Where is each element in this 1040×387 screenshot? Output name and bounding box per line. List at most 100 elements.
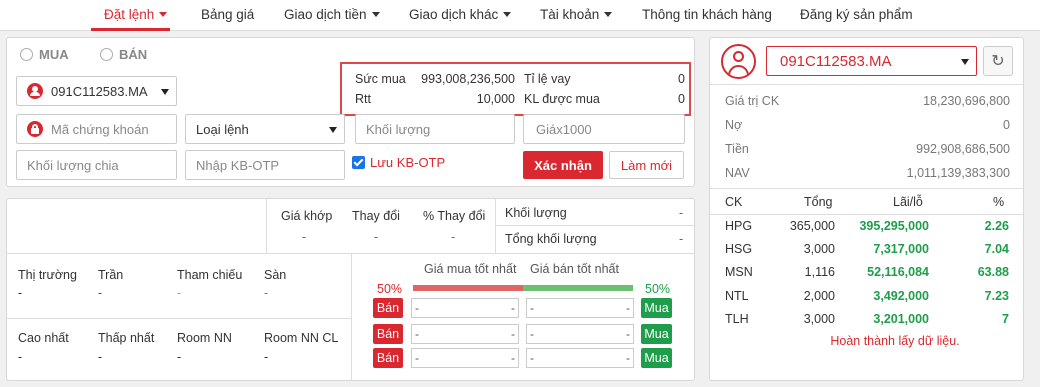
holding-symbol: MSN (725, 265, 753, 279)
price-input[interactable]: Giáx1000 (523, 114, 685, 144)
divider (710, 214, 1023, 215)
reset-button[interactable]: Làm mới (609, 151, 684, 179)
summary-value: 0 (1003, 118, 1010, 132)
symbol-input[interactable]: Mã chứng khoán (16, 114, 177, 144)
user-icon (27, 83, 43, 99)
ask-volume: - (626, 301, 630, 315)
save-otp-checkbox[interactable]: Lưu KB-OTP (352, 155, 445, 170)
holding-total: 365,000 (789, 219, 835, 233)
radio-sell[interactable]: BÁN (100, 47, 147, 62)
avatar-icon (721, 44, 756, 79)
holding-pct: 7.23 (984, 289, 1009, 303)
change-value: - (374, 230, 379, 244)
dropdown-arrow-icon (161, 89, 169, 95)
buying-power-box: Sức mua 993,008,236,500 Tỉ lệ vay 0 Rtt … (340, 62, 691, 116)
divider (351, 254, 352, 380)
refresh-icon: ↻ (991, 53, 1005, 70)
buy-button[interactable]: Mua (641, 324, 672, 344)
ask-ratio: 50% (645, 282, 671, 296)
sell-button[interactable]: Bán (373, 298, 403, 318)
summary-label: Nợ (725, 118, 743, 132)
holding-total: 2,000 (803, 289, 835, 303)
otp-input[interactable]: Nhập KB-OTP (185, 150, 345, 180)
summary-label: Tiền (725, 142, 749, 156)
holding-pnl: 3,492,000 (873, 289, 929, 303)
bid-level-1[interactable]: -- (411, 298, 519, 318)
holding-symbol: NTL (725, 289, 749, 303)
otp-placeholder: Nhập KB-OTP (196, 157, 280, 173)
summary-label: Giá trị CK (725, 94, 780, 108)
chevron-down-icon (371, 12, 380, 17)
holding-pnl: 52,116,084 (867, 265, 929, 279)
chevron-down-icon (503, 12, 512, 17)
bid-level-2[interactable]: -- (411, 324, 519, 344)
ask-level-2[interactable]: -- (526, 324, 634, 344)
nav-thong-tin-khach-hang[interactable]: Thông tin khách hàng (642, 7, 772, 22)
rtt-value: 10,000 (476, 92, 515, 106)
buying-power-label: Sức mua (355, 72, 406, 86)
order-type-select[interactable]: Loại lệnh (185, 114, 345, 144)
bid-level-3[interactable]: -- (411, 348, 519, 368)
quantity-input[interactable]: Khối lượng (355, 114, 515, 144)
buy-button[interactable]: Mua (641, 348, 672, 368)
summary-value: 18,230,696,800 (923, 94, 1010, 108)
rtt-label: Rtt (355, 92, 371, 106)
floor-value: - (264, 286, 269, 300)
holding-total: 3,000 (803, 242, 835, 256)
sell-button[interactable]: Bán (373, 348, 403, 368)
high-value: - (18, 350, 23, 364)
holding-pct: 2.26 (984, 219, 1009, 233)
account-dropdown-value: 091C112583.MA (780, 52, 892, 70)
bid-ratio: 50% (377, 282, 403, 296)
chevron-down-icon (159, 12, 168, 17)
account-panel (709, 37, 1024, 381)
refresh-button[interactable]: ↻ (983, 46, 1013, 76)
nav-label: Đăng ký sản phẩm (800, 7, 913, 22)
high-label: Cao nhất (18, 331, 69, 345)
confirm-button[interactable]: Xác nhận (523, 151, 603, 179)
account-select-value: 091C112583.MA (51, 83, 148, 99)
split-quantity-input[interactable]: Khối lượng chia (16, 150, 177, 180)
quantity-placeholder: Khối lượng (366, 121, 431, 137)
dropdown-arrow-icon (961, 59, 969, 65)
reference-value: - (177, 286, 182, 300)
ceiling-label: Trần (98, 268, 124, 282)
lock-icon (27, 121, 43, 137)
radio-buy[interactable]: MUA (20, 47, 69, 62)
status-message: Hoàn thành lấy dữ liệu. (830, 334, 960, 348)
ask-price: - (530, 327, 534, 341)
ask-level-3[interactable]: -- (526, 348, 634, 368)
bid-volume: - (511, 351, 515, 365)
nav-giao-dich-tien[interactable]: Giao dịch tiền (284, 7, 380, 22)
low-value: - (98, 350, 103, 364)
radio-sell-label: BÁN (119, 47, 148, 62)
total-volume-label: Tổng khối lượng (505, 232, 597, 246)
nav-dang-ky-san-pham[interactable]: Đăng ký sản phẩm (800, 7, 913, 22)
nav-label: Tài khoản (540, 7, 600, 22)
col-symbol: CK (725, 195, 743, 209)
holding-pct: 7 (1002, 312, 1009, 326)
nav-tai-khoan[interactable]: Tài khoản (540, 7, 613, 22)
loan-ratio-label: Tỉ lệ vay (524, 72, 571, 86)
active-tab-indicator (91, 28, 170, 31)
sell-button[interactable]: Bán (373, 324, 403, 344)
checkbox-checked-icon (352, 156, 365, 169)
split-quantity-placeholder: Khối lượng chia (27, 157, 119, 173)
divider (496, 225, 694, 226)
ask-level-1[interactable]: -- (526, 298, 634, 318)
nav-dat-lenh[interactable]: Đặt lệnh (104, 7, 168, 22)
account-dropdown[interactable]: 091C112583.MA (766, 46, 977, 76)
summary-value: 992,908,686,500 (916, 142, 1010, 156)
bid-price: - (415, 327, 419, 341)
nav-giao-dich-khac[interactable]: Giao dịch khác (409, 7, 512, 22)
holding-pct: 63.88 (977, 265, 1009, 279)
pct-change-value: - (451, 230, 456, 244)
nav-bang-gia[interactable]: Bảng giá (201, 7, 254, 22)
buy-button[interactable]: Mua (641, 298, 672, 318)
col-pct: % (993, 195, 1005, 209)
account-select[interactable]: 091C112583.MA (16, 76, 177, 106)
room-value: - (177, 350, 182, 364)
ask-price: - (530, 301, 534, 315)
bid-volume: - (511, 327, 515, 341)
holding-pct: 7.04 (984, 242, 1009, 256)
